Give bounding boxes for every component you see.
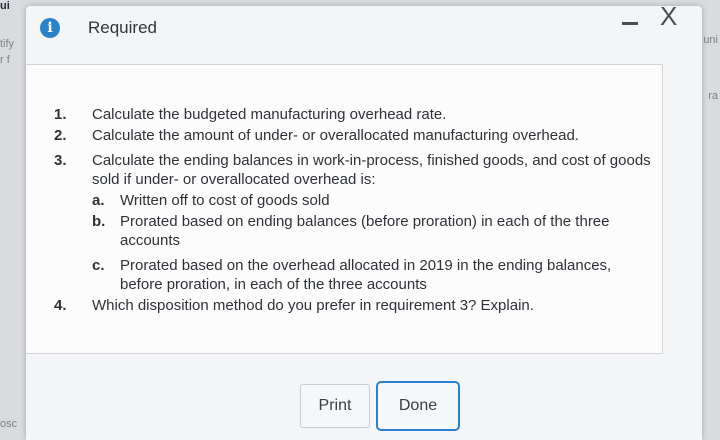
requirements-list: 1. Calculate the budgeted manufacturing … [54, 105, 654, 315]
item-text: Calculate the ending balances in work-in… [92, 152, 651, 188]
background-text-fragment: uni [703, 34, 718, 46]
minimize-icon [622, 22, 638, 25]
sub-item-letter: c. [92, 257, 105, 274]
list-item: 4. Which disposition method do you prefe… [54, 296, 654, 315]
background-text-fragment: tify [0, 38, 15, 50]
background-text-fragment: r f [0, 54, 10, 66]
item-text: Calculate the budgeted manufacturing ove… [92, 106, 447, 123]
done-button[interactable]: Done [376, 381, 460, 431]
sub-list-item: c. Prorated based on the overhead alloca… [54, 256, 654, 294]
sub-requirements-list: a. Written off to cost of goods sold b. … [54, 191, 654, 294]
background-text-fragment: ra [708, 90, 718, 102]
sub-list-item: b. Prorated based on ending balances (be… [54, 212, 654, 250]
background-text-fragment: osc [0, 418, 18, 430]
background-text-fragment: ui [0, 0, 10, 12]
print-button[interactable]: Print [300, 384, 370, 428]
minimize-button[interactable] [622, 12, 638, 36]
sub-item-letter: b. [92, 213, 106, 230]
sub-item-text: Prorated based on ending balances (befor… [120, 213, 610, 249]
close-button[interactable]: X [660, 3, 677, 29]
item-number: 3. [54, 152, 67, 169]
item-number: 2. [54, 127, 67, 144]
list-item: 2. Calculate the amount of under- or ove… [54, 126, 654, 145]
list-item: 1. Calculate the budgeted manufacturing … [54, 105, 654, 124]
item-text: Which disposition method do you prefer i… [92, 297, 534, 314]
item-number: 4. [54, 297, 67, 314]
dialog-title: Required [88, 18, 157, 37]
list-item: 3. Calculate the ending balances in work… [54, 151, 654, 294]
info-icon: i [40, 18, 60, 38]
requirements-panel: 1. Calculate the budgeted manufacturing … [26, 64, 663, 354]
item-text: Calculate the amount of under- or overal… [92, 127, 579, 144]
required-dialog: i Required X 1. Calculate the budgeted m… [26, 3, 702, 440]
sub-item-text: Written off to cost of goods sold [120, 192, 330, 209]
sub-item-letter: a. [92, 192, 105, 209]
sub-list-item: a. Written off to cost of goods sold [54, 191, 654, 210]
item-number: 1. [54, 106, 67, 123]
sub-item-text: Prorated based on the overhead allocated… [120, 257, 612, 293]
